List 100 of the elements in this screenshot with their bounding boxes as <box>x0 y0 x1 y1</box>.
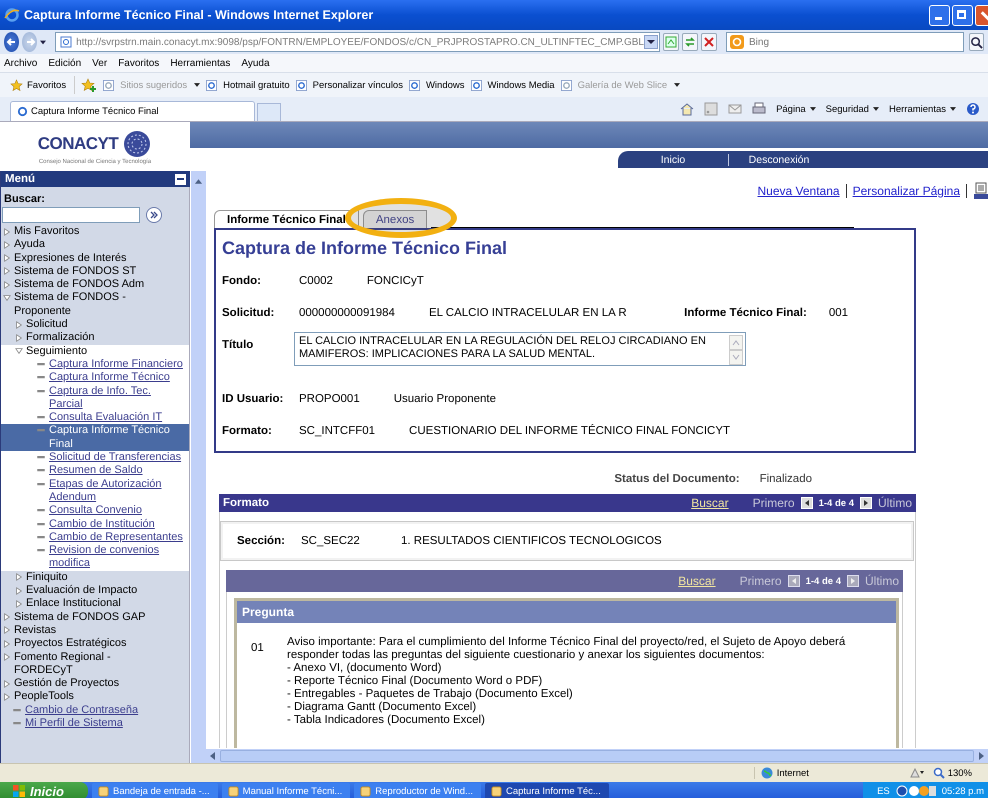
scroll-thumb[interactable] <box>220 750 974 762</box>
menu-item[interactable]: Ver <box>92 58 108 68</box>
menu-folder[interactable]: PeopleTools <box>14 690 74 704</box>
menu-folder[interactable]: Solicitud <box>26 318 68 332</box>
scroll-up-icon[interactable] <box>194 177 203 185</box>
menu-link[interactable]: Mi Perfil de Sistema <box>25 716 123 730</box>
search-icon <box>970 36 983 48</box>
zoom-level[interactable]: 130% <box>932 767 972 779</box>
home-icon[interactable] <box>680 102 694 116</box>
mail-icon[interactable] <box>728 102 742 116</box>
tray-icons[interactable] <box>896 785 936 797</box>
expand-icon[interactable] <box>3 680 11 688</box>
expand-icon[interactable] <box>15 600 23 608</box>
stop-button[interactable] <box>701 33 717 51</box>
favorites-button[interactable]: Favoritos <box>10 76 76 94</box>
page-link-icon[interactable] <box>973 182 988 200</box>
start-button[interactable]: Inicio <box>0 782 88 798</box>
search-link[interactable]: Buscar <box>691 496 729 510</box>
collapse-button[interactable] <box>175 174 186 184</box>
taskbar-button[interactable]: Reproductor de Wind... <box>354 783 481 798</box>
back-button[interactable] <box>4 32 20 52</box>
dropdown-icon[interactable] <box>644 35 658 49</box>
print-icon[interactable] <box>752 102 766 116</box>
first-link[interactable]: Primero <box>752 496 795 510</box>
menu-folder[interactable]: Evaluación de Impacto <box>26 584 138 598</box>
taskbar-button[interactable]: Bandeja de entrada -... <box>92 783 218 798</box>
help-icon[interactable] <box>966 102 980 116</box>
maximize-button[interactable] <box>952 4 973 26</box>
menu-folder[interactable]: Sistema de FONDOS - Proponente <box>14 291 164 318</box>
menu-folder[interactable]: Sistema de FONDOS Adm <box>14 278 144 292</box>
menu-folder[interactable]: Revistas <box>14 624 56 638</box>
compatibility-button[interactable] <box>663 33 679 51</box>
expand-icon[interactable] <box>15 320 23 329</box>
add-favorite-icon[interactable] <box>81 78 98 92</box>
menu-item[interactable]: Ayuda <box>241 58 270 68</box>
menu-link[interactable]: Cambio de Contraseña <box>25 704 138 717</box>
favorite-link[interactable]: Windows Media <box>470 80 555 90</box>
expand-icon[interactable] <box>15 573 23 582</box>
page-tab[interactable]: Informe Técnico Final <box>214 210 359 228</box>
expand-icon[interactable] <box>3 254 11 262</box>
scroll-right-icon[interactable] <box>978 751 986 761</box>
address-field[interactable]: http://svrpstrn.main.conacyt.mx:9098/psp/FONTRN/EMPLOYEE/FONDOS/c/CN_PRJPROSTAPRO.CN_ULTINFTEC_CMP.GBL <box>55 32 660 52</box>
page-link[interactable]: Personalizar Página <box>852 184 960 198</box>
caret-icon[interactable] <box>40 40 46 44</box>
menu-folder[interactable]: Sistema de FONDOS ST <box>14 264 136 278</box>
scrollbar[interactable] <box>190 171 206 763</box>
menu-folder[interactable]: Fomento Regional - FORDECyT <box>14 650 164 678</box>
menu-folder[interactable]: Enlace Institucional <box>26 597 121 611</box>
expand-icon[interactable] <box>3 640 11 648</box>
taskbar-button[interactable]: Manual Informe Técni... <box>222 783 350 798</box>
expand-icon[interactable] <box>15 347 23 356</box>
expand-icon[interactable] <box>3 280 11 289</box>
menu-search-field[interactable] <box>2 207 140 223</box>
scrollbar[interactable] <box>729 335 743 365</box>
minimize-button[interactable] <box>929 4 950 26</box>
expand-icon[interactable] <box>3 228 11 236</box>
header-link[interactable]: Inicio <box>618 154 728 166</box>
menu-folder[interactable]: Mis Favoritos <box>14 225 80 238</box>
feeds-icon[interactable] <box>704 102 718 116</box>
go-button[interactable] <box>146 207 162 223</box>
favorite-link[interactable]: Hotmail gratuito <box>206 80 290 90</box>
menu-folder[interactable]: Sistema de FONDOS GAP <box>14 610 146 624</box>
menu-item[interactable]: Edición <box>48 58 82 68</box>
expand-icon[interactable] <box>3 294 11 302</box>
page-link[interactable]: Nueva Ventana <box>758 184 840 198</box>
browser-tab[interactable]: Captura Informe Técnico Final <box>10 101 255 121</box>
menu-folder[interactable]: Proyectos Estratégicos <box>14 637 126 650</box>
menu-item[interactable]: Herramientas <box>170 58 230 68</box>
taskbar-button[interactable]: Captura Informe Téc... <box>484 783 609 798</box>
scrollbar[interactable] <box>206 748 988 763</box>
expand-icon[interactable] <box>3 692 11 701</box>
title-field[interactable]: EL CALCIO INTRACELULAR EN LA REGULACIÓN DEL RELOJ CIRCADIANO EN MAMIFEROS: IMPLICACIONES PARA LA SALUD MENTAL. <box>294 332 746 366</box>
search-field[interactable]: Bing <box>726 32 964 52</box>
command-menu[interactable]: Página <box>776 104 816 114</box>
expand-icon[interactable] <box>15 334 23 342</box>
command-menu[interactable]: Herramientas <box>888 104 956 114</box>
scroll-left-icon[interactable] <box>208 751 216 761</box>
menu-folder[interactable]: Ayuda <box>14 238 45 252</box>
search-button[interactable] <box>969 33 984 51</box>
expand-icon[interactable] <box>15 586 23 595</box>
menu-folder[interactable]: Finiquito <box>26 570 68 584</box>
protected-mode-icon[interactable] <box>908 767 925 779</box>
menu-folder[interactable]: Formalización <box>26 331 94 345</box>
menu-item[interactable]: Archivo <box>4 58 38 68</box>
favorite-link[interactable]: Windows <box>408 80 465 90</box>
expand-icon[interactable] <box>3 613 11 622</box>
page-tab[interactable]: Anexos <box>362 210 428 228</box>
refresh-button[interactable] <box>682 33 698 51</box>
favorite-link[interactable]: Personalizar vínculos <box>296 80 403 90</box>
expand-icon[interactable] <box>3 626 11 634</box>
last-link[interactable]: Último <box>878 496 912 510</box>
header-link[interactable]: Desconexión <box>728 154 829 166</box>
expand-icon[interactable] <box>3 267 11 276</box>
expand-icon[interactable] <box>3 240 11 249</box>
expand-icon[interactable] <box>3 653 11 661</box>
command-menu[interactable]: Seguridad <box>826 104 879 114</box>
menu-item[interactable]: Favoritos <box>118 58 160 68</box>
menu-folder[interactable]: Expresiones de Interés <box>14 252 127 265</box>
menu-folder[interactable]: Gestión de Proyectos <box>14 677 120 690</box>
search-link[interactable]: Buscar <box>678 574 716 588</box>
